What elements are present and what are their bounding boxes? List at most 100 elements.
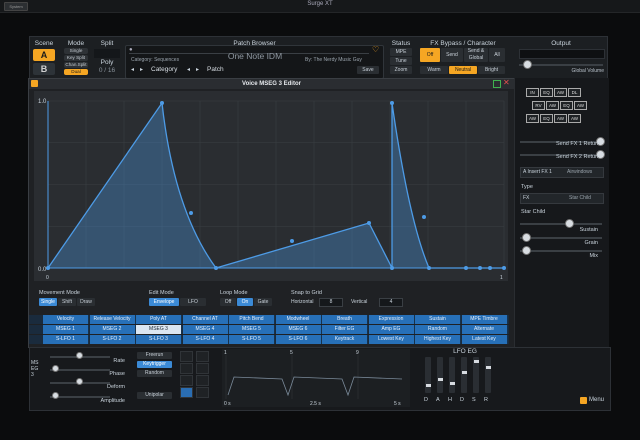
mseg-node-6[interactable] <box>390 266 394 270</box>
mseg-node-5[interactable] <box>367 221 371 225</box>
fx-slot-6[interactable]: EQ <box>560 101 573 110</box>
eg-fader-1[interactable] <box>437 357 443 393</box>
scene-b-button[interactable]: B <box>33 63 55 75</box>
close-icon[interactable]: ✕ <box>503 78 510 87</box>
mseg-node-7[interactable] <box>390 101 394 105</box>
lfo-shape-2-icon[interactable] <box>180 363 193 374</box>
mod-lfo-3[interactable]: S-LFO 4 <box>182 335 229 344</box>
split-value-box[interactable] <box>94 49 120 58</box>
category-next-icon[interactable]: ▸ <box>140 66 143 73</box>
lfo-shape-0-icon[interactable] <box>180 351 193 362</box>
type-selector[interactable]: FX Star Child <box>520 193 604 204</box>
edit-envelope[interactable]: Envelope <box>149 298 179 306</box>
lfo-shape-5-icon[interactable] <box>196 375 209 386</box>
mod-mseg-6[interactable]: Filter EG <box>322 325 368 334</box>
mod-source-4[interactable]: Pitch Bend <box>229 315 275 324</box>
fx-slot-0[interactable]: IN <box>526 88 539 97</box>
mod-mseg-7[interactable]: Amp EG <box>368 325 415 334</box>
edit-lfo[interactable]: LFO <box>180 298 206 306</box>
fx-send-global-button[interactable]: Send & Global <box>464 48 488 62</box>
mod-lfo-6[interactable]: Keytrack <box>322 335 368 344</box>
zoom-button[interactable]: Zoom <box>390 66 412 74</box>
patch-next-icon[interactable]: ▸ <box>196 66 199 73</box>
character-bright[interactable]: Bright <box>478 66 505 74</box>
fx-slot-8[interactable]: AW <box>526 114 539 123</box>
mseg-node-1[interactable] <box>160 101 164 105</box>
fx-slot-2[interactable]: AW <box>554 88 567 97</box>
mod-source-3[interactable]: Channel AT <box>182 315 229 324</box>
mode-chan-split[interactable]: Chan.Split <box>64 62 88 68</box>
mod-lfo-7[interactable]: Lowest Key <box>368 335 415 344</box>
eg-fader-3[interactable] <box>461 357 467 393</box>
fx-slot-11[interactable]: AW <box>568 114 581 123</box>
mod-source-0[interactable]: Velocity <box>43 315 89 324</box>
character-neutral[interactable]: Neutral <box>449 66 477 74</box>
mseg-node-2[interactable] <box>189 211 193 215</box>
mod-mseg-2[interactable]: MSEG 3 <box>136 325 182 334</box>
mod-source-9[interactable]: MPE Timbre <box>461 315 508 324</box>
eg-fader-handle-1[interactable] <box>437 378 443 382</box>
mseg-node-3[interactable] <box>214 266 218 270</box>
eg-fader-handle-0[interactable] <box>425 383 431 387</box>
pin-icon[interactable] <box>493 80 501 88</box>
mpe-button[interactable]: MPE <box>390 48 412 56</box>
trigger-keytrigger[interactable]: Keytrigger <box>137 361 172 368</box>
grain-track[interactable] <box>520 237 602 239</box>
phase-knob[interactable] <box>52 365 59 372</box>
mod-mseg-0[interactable]: MSEG 1 <box>43 325 89 334</box>
amplitude-knob[interactable] <box>52 392 59 399</box>
insert-fx-selector[interactable]: A Insert FX 1 Airwindows <box>520 167 604 178</box>
mseg-node-11[interactable] <box>478 266 482 270</box>
lfo-shape-1-icon[interactable] <box>196 351 209 362</box>
snap-vertical-value[interactable]: 4 <box>379 298 403 307</box>
mseg-node-4[interactable] <box>290 239 294 243</box>
mod-mseg-8[interactable]: Random <box>415 325 461 334</box>
mod-source-2[interactable]: Poly AT <box>136 315 182 324</box>
eg-fader-handle-3[interactable] <box>461 371 467 375</box>
mode-single[interactable]: Single <box>64 48 88 54</box>
tune-button[interactable]: Tune <box>390 57 412 65</box>
eg-fader-handle-2[interactable] <box>449 382 455 385</box>
mod-lfo-5[interactable]: S-LFO 6 <box>275 335 322 344</box>
mod-mseg-1[interactable]: MSEG 2 <box>89 325 136 334</box>
mod-source-6[interactable]: Breath <box>322 315 368 324</box>
eg-fader-0[interactable] <box>425 357 431 393</box>
mod-source-1[interactable]: Release Velocity <box>89 315 136 324</box>
fx-slot-7[interactable]: AW <box>574 101 587 110</box>
lfo-shape-4-icon[interactable] <box>180 375 193 386</box>
mod-lfo-2[interactable]: S-LFO 3 <box>136 335 182 344</box>
menu-button[interactable]: Menu <box>589 397 604 403</box>
fx-off-button[interactable]: Off <box>420 48 440 62</box>
mode-key-split[interactable]: Key Split <box>64 55 88 61</box>
fx-all-button[interactable]: All <box>489 48 505 62</box>
scene-a-button[interactable]: A <box>33 49 55 61</box>
mod-mseg-3[interactable]: MSEG 4 <box>182 325 229 334</box>
movement-draw[interactable]: Draw <box>77 298 95 306</box>
trigger-random[interactable]: Random <box>137 370 172 377</box>
eg-fader-handle-4[interactable] <box>473 360 479 364</box>
deform-knob[interactable] <box>76 378 83 385</box>
movement-single[interactable]: Single <box>39 298 57 306</box>
mod-mseg-4[interactable]: MSEG 5 <box>229 325 275 334</box>
unipolar-button[interactable]: Unipolar <box>137 392 172 399</box>
mod-source-5[interactable]: Modwheel <box>275 315 322 324</box>
mod-source-7[interactable]: Expression <box>368 315 415 324</box>
snap-horizontal-value[interactable]: 8 <box>319 298 343 307</box>
fx-send-button[interactable]: Send <box>441 48 463 62</box>
eg-fader-handle-5[interactable] <box>485 365 491 369</box>
mod-lfo-9[interactable]: Latest Key <box>461 335 508 344</box>
category-prev-icon[interactable]: ◂ <box>131 66 134 73</box>
fx-slot-1[interactable]: EQ <box>540 88 553 97</box>
save-button[interactable]: Save <box>357 66 379 74</box>
favorite-heart-icon[interactable]: ♡ <box>372 45 379 54</box>
mseg-node-10[interactable] <box>464 266 468 270</box>
lfo-shape-3-icon[interactable] <box>196 363 209 374</box>
fx-slot-9[interactable]: EQ <box>540 114 553 123</box>
fx-slot-10[interactable]: AW <box>554 114 567 123</box>
mod-mseg-9[interactable]: Alternate <box>461 325 508 334</box>
sustain-track[interactable] <box>520 223 602 225</box>
loop-off[interactable]: Off <box>220 298 236 306</box>
mod-lfo-1[interactable]: S-LFO 2 <box>89 335 136 344</box>
mod-lfo-4[interactable]: S-LFO 5 <box>229 335 275 344</box>
trigger-freerun[interactable]: Freerun <box>137 352 172 359</box>
